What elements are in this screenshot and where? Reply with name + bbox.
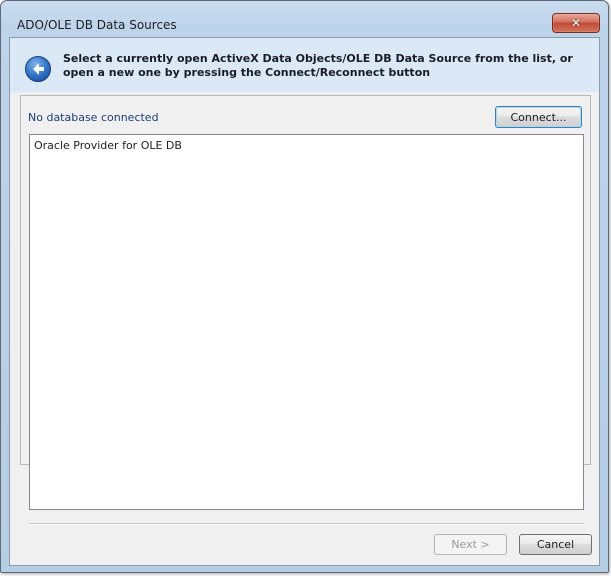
instruction-text: Select a currently open ActiveX Data Obj…: [63, 52, 573, 79]
connection-status: No database connected: [28, 111, 159, 124]
title-bar[interactable]: ADO/OLE DB Data Sources ✕: [1, 1, 608, 37]
back-arrow-glyph: [33, 63, 44, 75]
cancel-button[interactable]: Cancel: [519, 534, 592, 555]
close-button[interactable]: ✕: [552, 13, 600, 33]
back-arrow-icon[interactable]: [25, 56, 51, 82]
list-item[interactable]: Oracle Provider for OLE DB: [34, 139, 182, 152]
window-title: ADO/OLE DB Data Sources: [17, 18, 177, 32]
header-band: Select a currently open ActiveX Data Obj…: [10, 38, 599, 92]
dialog-client-area: Select a currently open ActiveX Data Obj…: [9, 37, 600, 566]
connect-button[interactable]: Connect...: [495, 106, 582, 128]
divider: [29, 523, 584, 525]
next-button[interactable]: Next >: [434, 534, 507, 555]
close-icon: ✕: [570, 16, 582, 30]
data-source-list[interactable]: Oracle Provider for OLE DB: [29, 134, 584, 510]
dialog-window: ADO/OLE DB Data Sources ✕ Select a curre…: [0, 0, 609, 573]
